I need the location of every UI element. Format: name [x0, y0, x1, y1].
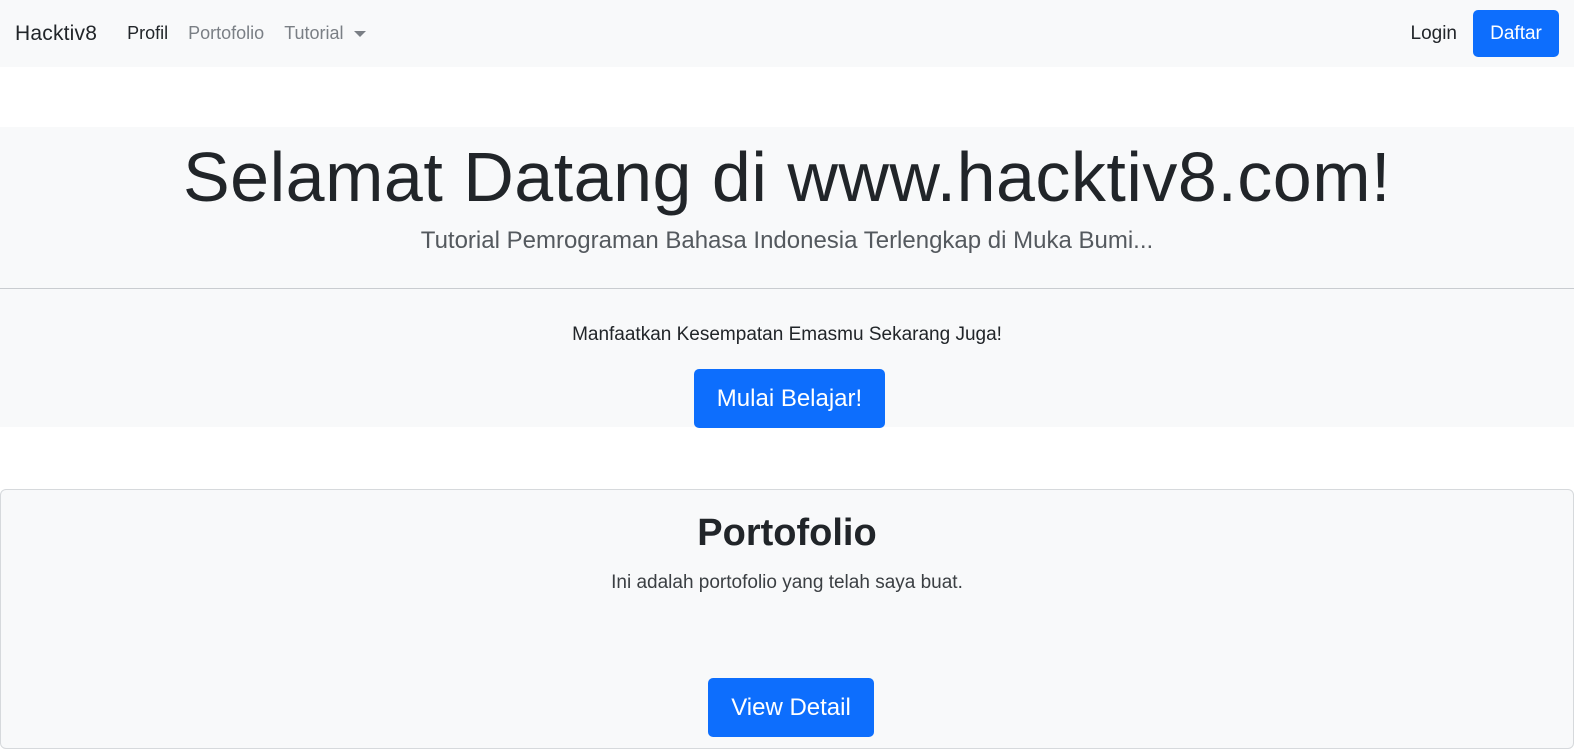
nav-link-profil[interactable]: Profil	[127, 23, 168, 44]
hero-subtitle: Tutorial Pemrograman Bahasa Indonesia Te…	[420, 227, 1154, 254]
hero-divider	[0, 288, 1574, 289]
portfolio-text: Ini adalah portofolio yang telah saya bu…	[611, 572, 963, 593]
view-detail-button[interactable]: View Detail	[708, 678, 874, 737]
register-button[interactable]: Daftar	[1473, 10, 1559, 57]
navbar-right: Login Daftar	[1411, 10, 1559, 57]
navbar: Hacktiv8 Profil Portofolio Tutorial Logi…	[0, 0, 1574, 67]
start-learning-button[interactable]: Mulai Belajar!	[694, 369, 885, 428]
nav-dropdown-tutorial[interactable]: Tutorial	[284, 23, 366, 44]
navbar-brand[interactable]: Hacktiv8	[15, 22, 97, 46]
hero-title: Selamat Datang di www.hacktiv8.com!	[182, 138, 1391, 216]
hero-section: Selamat Datang di www.hacktiv8.com! Tuto…	[0, 127, 1574, 428]
nav-link-tutorial[interactable]: Tutorial	[284, 23, 343, 44]
nav-link-portofolio[interactable]: Portofolio	[188, 23, 264, 44]
portfolio-title: Portofolio	[697, 512, 877, 554]
login-link[interactable]: Login	[1411, 23, 1458, 45]
portfolio-card: Portofolio Ini adalah portofolio yang te…	[0, 489, 1574, 749]
caret-down-icon	[353, 31, 366, 37]
hero-lead: Manfaatkan Kesempatan Emasmu Sekarang Ju…	[572, 324, 1002, 345]
